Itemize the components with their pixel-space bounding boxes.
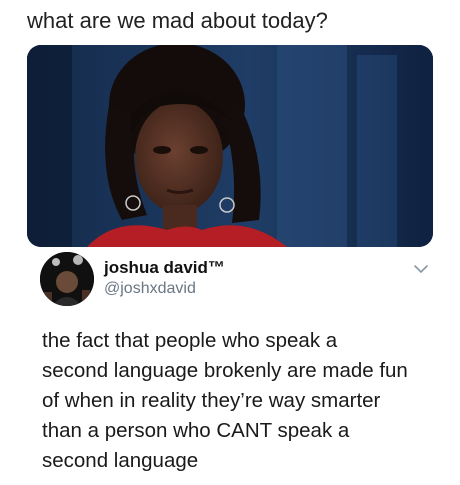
display-name[interactable]: joshua david™ xyxy=(104,258,225,278)
author-names: joshua david™ @joshxdavid xyxy=(104,258,225,299)
tweet-text-line: second language xyxy=(42,449,199,472)
tweet-text: the fact that people who speak a second … xyxy=(42,326,452,476)
user-handle[interactable]: @joshxdavid xyxy=(104,279,225,299)
tweet-text-line: than a person who CANT speak a xyxy=(42,419,350,442)
meme-caption: what are we mad about today? xyxy=(27,8,328,33)
tweet-text-line: of when in reality they’re way smarter xyxy=(42,389,381,412)
chevron-down-icon[interactable] xyxy=(412,260,430,278)
tweet-text-line: the fact that people who speak a xyxy=(42,329,338,352)
reaction-photo xyxy=(27,45,433,247)
avatar[interactable] xyxy=(40,252,94,306)
avatar-image xyxy=(40,252,94,306)
tweet-author-row: joshua david™ @joshxdavid xyxy=(40,248,440,308)
reaction-photo-image xyxy=(27,45,433,247)
tweet-text-line: second language brokenly are made fun xyxy=(42,359,408,382)
